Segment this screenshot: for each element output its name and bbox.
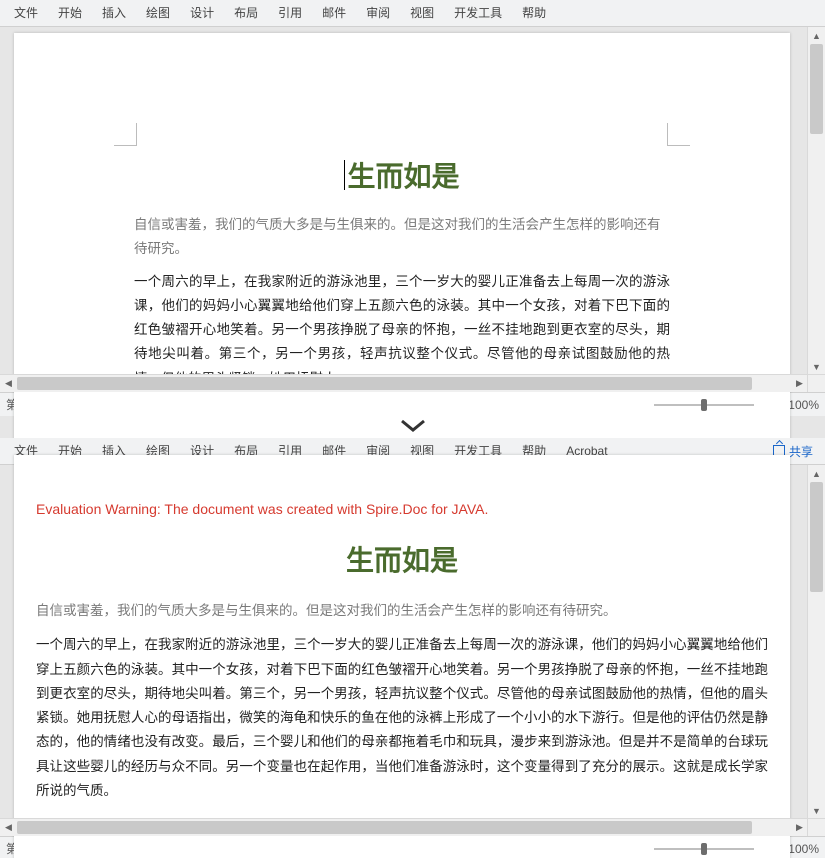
document-paragraph[interactable]: 一个周六的早上，在我家附近的游泳池里，三个一岁大的婴儿正准备去上每周一次的游泳课… (134, 270, 670, 391)
scroll-thumb[interactable] (810, 44, 823, 134)
zoom-value[interactable]: 100% (788, 398, 819, 412)
page: Evaluation Warning: The document was cre… (14, 455, 790, 858)
scroll-corner (807, 818, 825, 836)
document-editor-top: 生而如是 自信或害羞，我们的气质大多是与生俱来的。但是这对我们的生活会产生怎样的… (0, 27, 825, 392)
scroll-down-icon[interactable]: ▼ (808, 802, 825, 819)
scroll-thumb[interactable] (17, 821, 752, 834)
scroll-left-icon[interactable]: ◀ (0, 822, 17, 833)
text-cursor (344, 160, 345, 190)
scroll-up-icon[interactable]: ▲ (808, 27, 825, 44)
scroll-thumb[interactable] (17, 377, 752, 390)
scroll-left-icon[interactable]: ◀ (0, 378, 17, 389)
zoom-knob[interactable] (701, 843, 707, 855)
zoom-slider[interactable] (654, 397, 754, 413)
scroll-corner (807, 374, 825, 392)
horizontal-scrollbar[interactable]: ◀ ▶ (0, 818, 808, 836)
menu-设计[interactable]: 设计 (180, 0, 224, 26)
menu-引用[interactable]: 引用 (268, 0, 312, 26)
menu-邮件[interactable]: 邮件 (312, 0, 356, 26)
menu-文件[interactable]: 文件 (4, 0, 48, 26)
menu-插入[interactable]: 插入 (92, 0, 136, 26)
zoom-slider[interactable] (654, 841, 754, 857)
menu-开始[interactable]: 开始 (48, 0, 92, 26)
document-summary[interactable]: 自信或害羞，我们的气质大多是与生俱来的。但是这对我们的生活会产生怎样的影响还有待… (36, 599, 768, 623)
zoom-value[interactable]: 100% (788, 842, 819, 856)
menubar-top: 文件开始插入绘图设计布局引用邮件审阅视图开发工具帮助 (0, 0, 825, 27)
horizontal-scrollbar[interactable]: ◀ ▶ (0, 374, 808, 392)
menu-布局[interactable]: 布局 (224, 0, 268, 26)
scroll-right-icon[interactable]: ▶ (791, 822, 808, 833)
document-title[interactable]: 生而如是 (134, 155, 670, 195)
vertical-scrollbar[interactable]: ▲ ▼ (807, 465, 825, 819)
document-summary[interactable]: 自信或害羞，我们的气质大多是与生俱来的。但是这对我们的生活会产生怎样的影响还有待… (134, 213, 670, 262)
crop-mark-icon (667, 123, 690, 146)
menu-绘图[interactable]: 绘图 (136, 0, 180, 26)
scroll-down-icon[interactable]: ▼ (808, 358, 825, 375)
menu-帮助[interactable]: 帮助 (512, 0, 556, 26)
document-paragraph[interactable]: 一个周六的早上，在我家附近的游泳池里，三个一岁大的婴儿正准备去上每周一次的游泳课… (36, 633, 768, 803)
scroll-right-icon[interactable]: ▶ (791, 378, 808, 389)
menu-开发工具[interactable]: 开发工具 (444, 0, 512, 26)
crop-mark-icon (114, 123, 137, 146)
document-editor-bottom: Evaluation Warning: The document was cre… (0, 465, 825, 836)
scroll-thumb[interactable] (810, 482, 823, 592)
evaluation-warning: Evaluation Warning: The document was cre… (36, 501, 768, 517)
scroll-up-icon[interactable]: ▲ (808, 465, 825, 482)
zoom-knob[interactable] (701, 399, 707, 411)
document-title[interactable]: 生而如是 (36, 539, 768, 579)
vertical-scrollbar[interactable]: ▲ ▼ (807, 27, 825, 375)
menu-审阅[interactable]: 审阅 (356, 0, 400, 26)
menu-视图[interactable]: 视图 (400, 0, 444, 26)
